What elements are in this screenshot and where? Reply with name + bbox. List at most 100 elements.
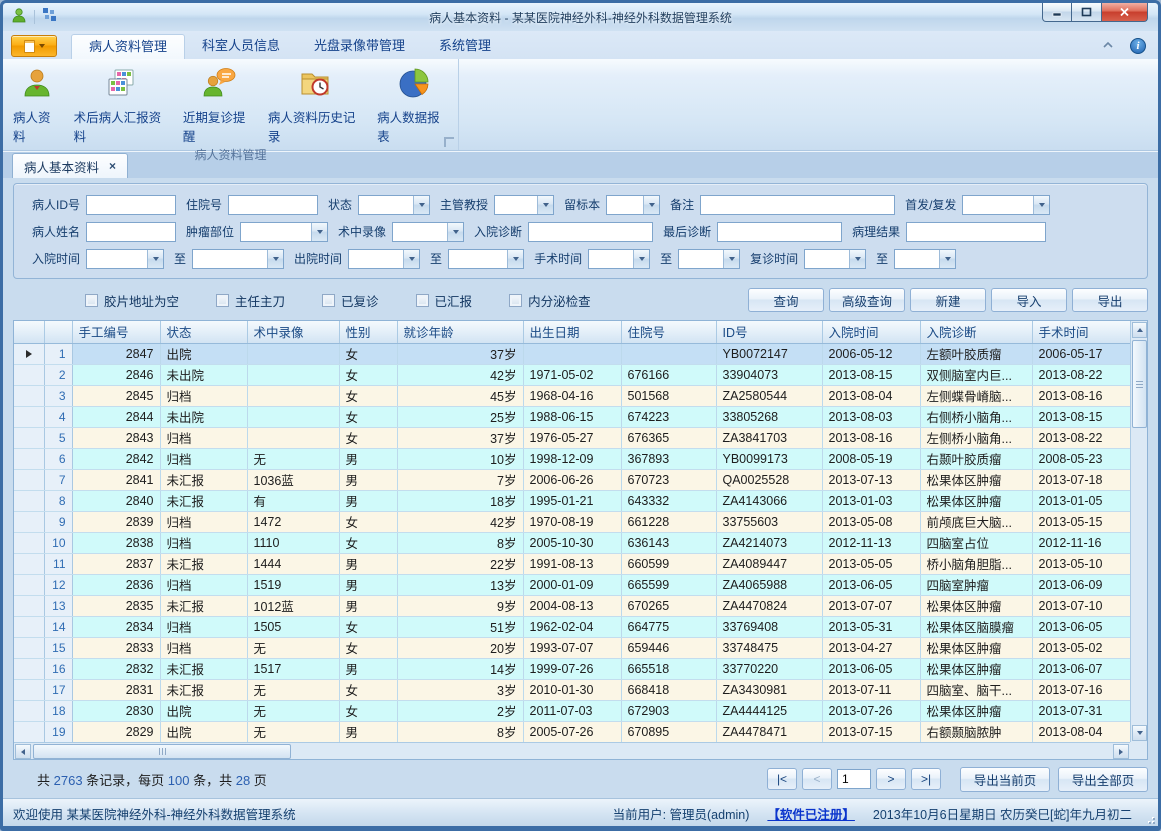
column-header[interactable]: 状态 xyxy=(160,321,247,343)
info-icon[interactable]: i xyxy=(1130,38,1146,54)
column-header[interactable]: 住院号 xyxy=(621,321,716,343)
combo-dropdown-icon[interactable] xyxy=(939,250,955,268)
next-page-button[interactable]: > xyxy=(876,768,906,790)
collapse-ribbon-icon[interactable] xyxy=(1102,41,1114,51)
horizontal-scroll-thumb[interactable] xyxy=(33,744,291,759)
search-input[interactable] xyxy=(86,222,176,242)
ribbon-tab-patient-management[interactable]: 病人资料管理 xyxy=(71,34,185,59)
close-button[interactable] xyxy=(1102,3,1148,22)
combo-dropdown-icon[interactable] xyxy=(633,250,649,268)
table-row[interactable]: 182830出院无女2岁2011-07-03672903ZA4444125201… xyxy=(14,700,1130,721)
table-row[interactable]: 172831未汇报无女3岁2010-01-30668418ZA343098120… xyxy=(14,679,1130,700)
table-row[interactable]: 92839归档1472女42岁1970-08-19661228337556032… xyxy=(14,511,1130,532)
combo-dropdown-icon[interactable] xyxy=(1033,196,1049,214)
search-combo[interactable] xyxy=(606,195,660,215)
resize-grip-icon[interactable] xyxy=(1145,814,1155,824)
filter-checkbox[interactable]: 内分泌检查 xyxy=(509,291,591,310)
column-header[interactable]: 术中录像 xyxy=(247,321,339,343)
table-row[interactable]: 52843归档女37岁1976-05-27676365ZA38417032013… xyxy=(14,427,1130,448)
software-registered-link[interactable]: 【软件已注册】 xyxy=(767,804,855,823)
app-menu-button[interactable] xyxy=(11,35,57,57)
scroll-up-icon[interactable] xyxy=(1132,322,1147,338)
minimize-button[interactable] xyxy=(1042,3,1072,22)
combo-dropdown-icon[interactable] xyxy=(507,250,523,268)
vertical-scroll-thumb[interactable] xyxy=(1132,340,1147,428)
search-combo[interactable] xyxy=(448,249,524,269)
postop-report-button[interactable]: 术后病人汇报资料 xyxy=(68,63,177,147)
search-input[interactable] xyxy=(717,222,842,242)
combo-dropdown-icon[interactable] xyxy=(413,196,429,214)
table-row[interactable]: 112837未汇报1444男22岁1991-08-13660599ZA40894… xyxy=(14,553,1130,574)
column-header[interactable]: ID号 xyxy=(716,321,822,343)
import-button[interactable]: 导入 xyxy=(991,288,1067,312)
export-button[interactable]: 导出 xyxy=(1072,288,1148,312)
table-row[interactable]: 62842归档无男10岁1998-12-09367893YB0099173200… xyxy=(14,448,1130,469)
column-header[interactable]: 性别 xyxy=(339,321,397,343)
search-input[interactable] xyxy=(228,195,318,215)
page-number-input[interactable] xyxy=(837,769,871,789)
search-combo[interactable] xyxy=(962,195,1050,215)
table-row[interactable]: 102838归档1110女8岁2005-10-30636143ZA4214073… xyxy=(14,532,1130,553)
column-header[interactable]: 手工编号 xyxy=(72,321,160,343)
search-input[interactable] xyxy=(700,195,895,215)
ribbon-tab-department-staff[interactable]: 科室人员信息 xyxy=(185,34,297,59)
patient-history-button[interactable]: 病人资料历史记录 xyxy=(262,63,371,147)
search-combo[interactable] xyxy=(804,249,866,269)
scroll-down-icon[interactable] xyxy=(1132,725,1147,741)
column-header[interactable]: 出生日期 xyxy=(523,321,621,343)
combo-dropdown-icon[interactable] xyxy=(643,196,659,214)
horizontal-scrollbar[interactable] xyxy=(14,742,1130,759)
search-combo[interactable] xyxy=(494,195,554,215)
prev-page-button[interactable]: < xyxy=(802,768,832,790)
export-current-page-button[interactable]: 导出当前页 xyxy=(960,767,1050,792)
ribbon-tab-disc-video[interactable]: 光盘录像带管理 xyxy=(297,34,422,59)
search-combo[interactable] xyxy=(192,249,284,269)
scroll-right-icon[interactable] xyxy=(1113,744,1129,759)
table-row[interactable]: 82840未汇报有男18岁1995-01-21643332ZA414306620… xyxy=(14,490,1130,511)
query-button[interactable]: 查询 xyxy=(748,288,824,312)
search-input[interactable] xyxy=(906,222,1046,242)
filter-checkbox[interactable]: 已汇报 xyxy=(416,291,473,310)
search-combo[interactable] xyxy=(348,249,420,269)
combo-dropdown-icon[interactable] xyxy=(723,250,739,268)
ribbon-tab-system[interactable]: 系统管理 xyxy=(422,34,508,59)
dialog-launcher-icon[interactable] xyxy=(444,137,454,147)
search-input[interactable] xyxy=(86,195,176,215)
search-combo[interactable] xyxy=(358,195,430,215)
first-page-button[interactable]: |< xyxy=(767,768,797,790)
table-row[interactable]: 192829出院无男8岁2005-07-26670895ZA4478471201… xyxy=(14,721,1130,742)
quick-access-icon[interactable] xyxy=(42,7,57,27)
table-row[interactable]: 132835未汇报1012蓝男9岁2004-08-13670265ZA44708… xyxy=(14,595,1130,616)
combo-dropdown-icon[interactable] xyxy=(311,223,327,241)
search-combo[interactable] xyxy=(678,249,740,269)
maximize-button[interactable] xyxy=(1072,3,1102,22)
advanced-query-button[interactable]: 高级查询 xyxy=(829,288,905,312)
column-header[interactable]: 入院诊断 xyxy=(920,321,1032,343)
table-row[interactable]: 72841未汇报1036蓝男7岁2006-06-26670723QA002552… xyxy=(14,469,1130,490)
filter-checkbox[interactable]: 主任主刀 xyxy=(216,291,285,310)
export-all-pages-button[interactable]: 导出全部页 xyxy=(1058,767,1148,792)
table-row[interactable]: 22846未出院女42岁1971-05-02676166339040732013… xyxy=(14,364,1130,385)
table-row[interactable]: 42844未出院女25岁1988-06-15674223338052682013… xyxy=(14,406,1130,427)
revisit-reminder-button[interactable]: 近期复诊提醒 xyxy=(177,63,262,147)
search-input[interactable] xyxy=(528,222,653,242)
combo-dropdown-icon[interactable] xyxy=(537,196,553,214)
titlebar[interactable]: 病人基本资料 - 某某医院神经外科-神经外科数据管理系统 xyxy=(3,3,1158,31)
search-combo[interactable] xyxy=(588,249,650,269)
filter-checkbox[interactable]: 胶片地址为空 xyxy=(85,291,179,310)
table-row[interactable]: 142834归档1505女51岁1962-02-0466477533769408… xyxy=(14,616,1130,637)
last-page-button[interactable]: >| xyxy=(911,768,941,790)
patient-report-button[interactable]: 病人数据报表 xyxy=(371,63,456,147)
combo-dropdown-icon[interactable] xyxy=(447,223,463,241)
combo-dropdown-icon[interactable] xyxy=(403,250,419,268)
scroll-left-icon[interactable] xyxy=(15,744,31,759)
search-combo[interactable] xyxy=(894,249,956,269)
search-combo[interactable] xyxy=(86,249,164,269)
combo-dropdown-icon[interactable] xyxy=(267,250,283,268)
column-header[interactable]: 就诊年龄 xyxy=(397,321,523,343)
combo-dropdown-icon[interactable] xyxy=(147,250,163,268)
combo-dropdown-icon[interactable] xyxy=(849,250,865,268)
filter-checkbox[interactable]: 已复诊 xyxy=(322,291,379,310)
table-row[interactable]: 12847出院女37岁YB00721472006-05-12左额叶胶质瘤2006… xyxy=(14,343,1130,364)
search-combo[interactable] xyxy=(392,222,464,242)
